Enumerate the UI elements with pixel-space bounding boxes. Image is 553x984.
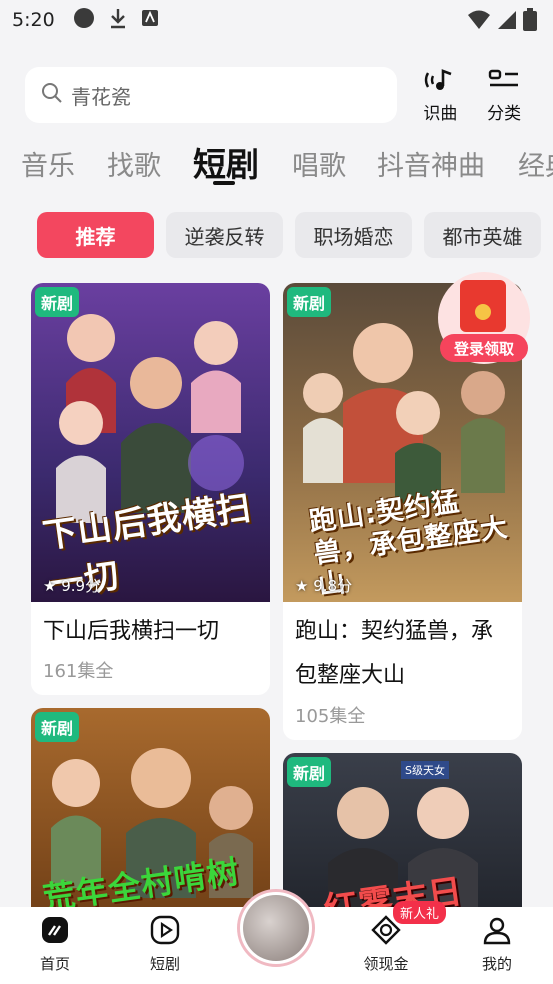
status-bar: 5:20: [0, 0, 553, 40]
play-icon: [150, 915, 180, 949]
star-icon: ★: [295, 577, 309, 595]
active-tab-indicator: [213, 181, 235, 185]
new-drama-badge: 新剧: [35, 287, 80, 317]
now-playing-button[interactable]: [237, 889, 315, 967]
album-cover: [243, 895, 309, 961]
drama-card[interactable]: 下山后我横扫一切 新剧 ★ 9.9分 下山后我横扫一切 161集全: [31, 283, 270, 695]
category-button[interactable]: 分类: [475, 67, 533, 124]
rating-value: 9.8分: [313, 577, 353, 595]
search-placeholder: 青花瓷: [71, 84, 131, 109]
drama-card[interactable]: 荒年全村啃树皮 新剧: [31, 708, 270, 938]
drama-poster: 下山后我横扫一切: [31, 283, 270, 602]
genre-chips: 推荐 逆袭反转 职场婚恋 都市英雄: [37, 212, 553, 258]
search-icon: [41, 82, 63, 108]
star-icon: ★: [43, 577, 57, 595]
rating: ★ 9.8分: [295, 575, 352, 596]
tab-sing[interactable]: 唱歌: [292, 144, 346, 183]
nav-profile-label: 我的: [481, 955, 512, 973]
episode-count: 161集全: [43, 661, 114, 682]
poster-tag: S级天女: [401, 761, 449, 779]
nav-home[interactable]: 首页: [15, 915, 95, 974]
red-envelope-icon: [460, 280, 506, 332]
promo-label: 登录领取: [440, 334, 528, 362]
drama-title: 下山后我横扫一切: [43, 619, 220, 644]
search-row: 青花瓷 识曲 分类: [25, 66, 533, 124]
nav-short-drama-label: 短剧: [149, 955, 180, 973]
notification-dot-icon: [73, 7, 95, 33]
download-icon: [109, 7, 127, 33]
music-recognize-button[interactable]: 识曲: [411, 67, 469, 124]
rating-value: 9.9分: [61, 577, 101, 595]
nav-short-drama[interactable]: 短剧: [125, 915, 205, 974]
home-icon: [40, 915, 70, 949]
tab-short-drama[interactable]: 短剧: [193, 138, 259, 186]
app-notification-icon: [141, 9, 159, 31]
wifi-icon: [467, 9, 491, 35]
chip-workplace-romance[interactable]: 职场婚恋: [295, 212, 412, 258]
music-recognize-label: 识曲: [423, 103, 458, 124]
chip-urban-hero[interactable]: 都市英雄: [424, 212, 541, 258]
chip-comeback[interactable]: 逆袭反转: [166, 212, 283, 258]
tab-classic[interactable]: 经典: [518, 144, 553, 183]
tab-douyin-hits[interactable]: 抖音神曲: [377, 144, 485, 183]
category-tabs: 音乐 找歌 短剧 唱歌 抖音神曲 经典: [20, 138, 553, 190]
battery-icon: [523, 8, 537, 36]
category-label: 分类: [487, 103, 522, 124]
new-user-gift-badge: 新人礼: [393, 901, 447, 924]
nav-home-label: 首页: [39, 955, 70, 973]
status-time: 5:20: [12, 9, 55, 31]
login-reward-promo[interactable]: 登录领取: [438, 272, 530, 368]
episode-count: 105集全: [295, 706, 366, 727]
tab-music[interactable]: 音乐: [21, 144, 75, 183]
search-input[interactable]: 青花瓷: [25, 67, 398, 123]
drama-title: 跑山：契约猛兽，承包整座大山: [295, 619, 494, 688]
signal-icon: [497, 9, 517, 35]
category-icon: [487, 67, 521, 97]
music-recognize-icon: [423, 67, 457, 97]
new-drama-badge: 新剧: [287, 757, 332, 787]
new-drama-badge: 新剧: [287, 287, 332, 317]
profile-icon: [482, 915, 512, 949]
nav-profile[interactable]: 我的: [457, 915, 537, 974]
tab-find-song[interactable]: 找歌: [107, 144, 161, 183]
drama-poster: 荒年全村啃树皮: [31, 708, 270, 938]
nav-earn-cash-label: 领现金: [363, 955, 409, 973]
bottom-nav: 首页 短剧 新人礼 领现金 我的: [0, 889, 553, 984]
rating: ★ 9.9分: [43, 575, 100, 596]
new-drama-badge: 新剧: [35, 712, 80, 742]
chip-recommended[interactable]: 推荐: [37, 212, 154, 258]
